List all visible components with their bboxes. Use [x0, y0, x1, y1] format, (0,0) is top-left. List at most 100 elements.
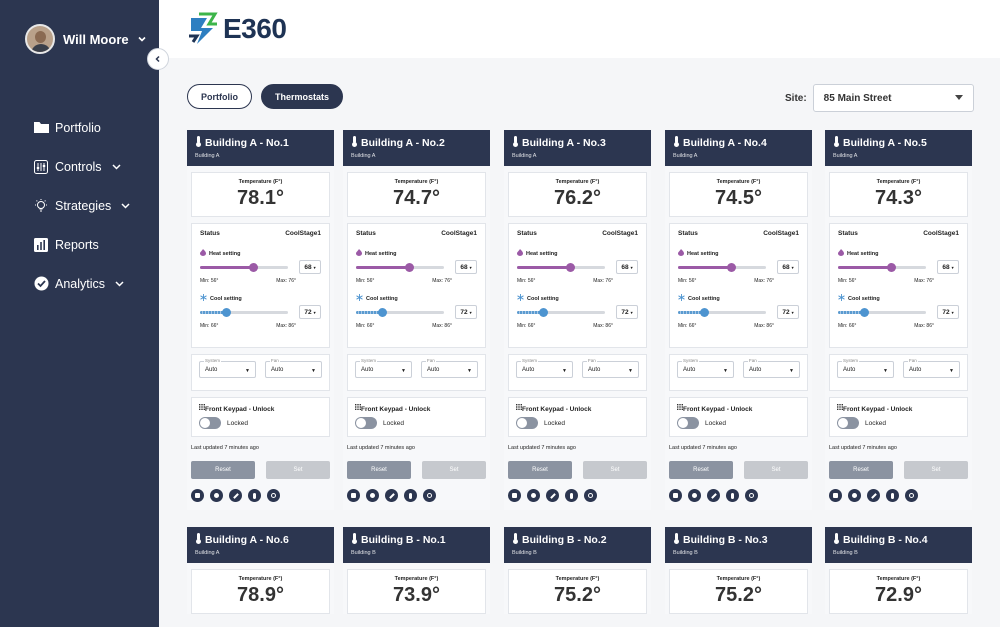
site-dropdown[interactable]: 85 Main Street: [812, 84, 974, 112]
lock-icon[interactable]: [886, 489, 899, 502]
heat-slider-thumb[interactable]: [248, 262, 258, 272]
system-select[interactable]: System Auto ▼: [199, 358, 256, 378]
system-select[interactable]: System Auto ▼: [355, 358, 412, 378]
calendar-icon[interactable]: [829, 489, 842, 502]
lock-icon[interactable]: [726, 489, 739, 502]
edit-icon[interactable]: [546, 489, 559, 502]
calendar-icon[interactable]: [508, 489, 521, 502]
reset-button[interactable]: Reset: [829, 461, 893, 479]
keypad-lock-toggle[interactable]: [677, 417, 699, 429]
reset-button[interactable]: Reset: [191, 461, 255, 479]
system-select[interactable]: System Auto ▼: [837, 358, 894, 378]
heat-setpoint-input[interactable]: 68 ▾: [937, 260, 959, 274]
cool-slider-thumb[interactable]: [860, 307, 870, 317]
fan-select[interactable]: Fan Auto ▼: [421, 358, 478, 378]
card-header[interactable]: Building B - No.1 Building B: [343, 527, 490, 563]
sidebar-item-portfolio[interactable]: Portfolio: [33, 108, 130, 147]
heat-slider[interactable]: [200, 262, 288, 272]
calendar-icon[interactable]: [347, 489, 360, 502]
sidebar-item-strategies[interactable]: Strategies: [33, 186, 130, 225]
edit-icon[interactable]: [385, 489, 398, 502]
card-header[interactable]: Building B - No.3 Building B: [665, 527, 812, 563]
sidebar-item-reports[interactable]: Reports: [33, 225, 130, 264]
edit-icon[interactable]: [867, 489, 880, 502]
history-icon[interactable]: [267, 489, 280, 502]
keypad-lock-toggle[interactable]: [199, 417, 221, 429]
edit-icon[interactable]: [707, 489, 720, 502]
heat-slider[interactable]: [838, 262, 926, 272]
cool-setpoint-input[interactable]: 72 ▾: [616, 305, 638, 319]
fan-select[interactable]: Fan Auto ▼: [743, 358, 800, 378]
cool-slider-thumb[interactable]: [222, 307, 232, 317]
system-select[interactable]: System Auto ▼: [516, 358, 573, 378]
fan-select[interactable]: Fan Auto ▼: [582, 358, 639, 378]
heat-slider-thumb[interactable]: [404, 262, 414, 272]
sidebar-item-controls[interactable]: Controls: [33, 147, 130, 186]
card-header[interactable]: Building A - No.5 Building A: [825, 130, 972, 166]
fan-select[interactable]: Fan Auto ▼: [265, 358, 322, 378]
heat-setpoint-input[interactable]: 68 ▾: [299, 260, 321, 274]
tab-thermostats[interactable]: Thermostats: [261, 84, 344, 109]
lock-icon[interactable]: [565, 489, 578, 502]
keypad-lock-toggle[interactable]: [355, 417, 377, 429]
heat-setpoint-input[interactable]: 68 ▾: [455, 260, 477, 274]
set-button[interactable]: Set: [744, 461, 808, 479]
gear-icon[interactable]: [688, 489, 701, 502]
set-button[interactable]: Set: [422, 461, 486, 479]
heat-slider[interactable]: [356, 262, 444, 272]
reset-button[interactable]: Reset: [347, 461, 411, 479]
card-header[interactable]: Building A - No.4 Building A: [665, 130, 812, 166]
set-button[interactable]: Set: [904, 461, 968, 479]
user-menu[interactable]: Will Moore: [25, 24, 147, 54]
heat-slider[interactable]: [678, 262, 766, 272]
card-header[interactable]: Building A - No.6 Building A: [187, 527, 334, 563]
collapse-sidebar-button[interactable]: [147, 48, 169, 70]
heat-slider-thumb[interactable]: [726, 262, 736, 272]
gear-icon[interactable]: [210, 489, 223, 502]
heat-slider[interactable]: [517, 262, 605, 272]
sidebar-item-analytics[interactable]: Analytics: [33, 264, 130, 303]
keypad-lock-toggle[interactable]: [516, 417, 538, 429]
history-icon[interactable]: [423, 489, 436, 502]
gear-icon[interactable]: [848, 489, 861, 502]
heat-setpoint-input[interactable]: 68 ▾: [777, 260, 799, 274]
reset-button[interactable]: Reset: [508, 461, 572, 479]
history-icon[interactable]: [905, 489, 918, 502]
lock-icon[interactable]: [404, 489, 417, 502]
card-header[interactable]: Building A - No.1 Building A: [187, 130, 334, 166]
system-select[interactable]: System Auto ▼: [677, 358, 734, 378]
cool-setpoint-input[interactable]: 72 ▾: [299, 305, 321, 319]
cool-slider[interactable]: [517, 307, 605, 317]
card-header[interactable]: Building A - No.2 Building A: [343, 130, 490, 166]
cool-slider[interactable]: [838, 307, 926, 317]
gear-icon[interactable]: [366, 489, 379, 502]
heat-slider-thumb[interactable]: [565, 262, 575, 272]
gear-icon[interactable]: [527, 489, 540, 502]
cool-slider-thumb[interactable]: [539, 307, 549, 317]
lock-icon[interactable]: [248, 489, 261, 502]
tab-portfolio[interactable]: Portfolio: [187, 84, 252, 109]
set-button[interactable]: Set: [266, 461, 330, 479]
cool-slider-thumb[interactable]: [700, 307, 710, 317]
cool-slider[interactable]: [678, 307, 766, 317]
history-icon[interactable]: [584, 489, 597, 502]
cool-setpoint-input[interactable]: 72 ▾: [937, 305, 959, 319]
cool-slider[interactable]: [356, 307, 444, 317]
fan-select[interactable]: Fan Auto ▼: [903, 358, 960, 378]
calendar-icon[interactable]: [669, 489, 682, 502]
card-header[interactable]: Building B - No.2 Building B: [504, 527, 651, 563]
keypad-lock-toggle[interactable]: [837, 417, 859, 429]
cool-slider[interactable]: [200, 307, 288, 317]
card-header[interactable]: Building A - No.3 Building A: [504, 130, 651, 166]
cool-slider-thumb[interactable]: [378, 307, 388, 317]
cool-setpoint-input[interactable]: 72 ▾: [455, 305, 477, 319]
set-button[interactable]: Set: [583, 461, 647, 479]
card-header[interactable]: Building B - No.4 Building B: [825, 527, 972, 563]
heat-setpoint-input[interactable]: 68 ▾: [616, 260, 638, 274]
history-icon[interactable]: [745, 489, 758, 502]
heat-slider-thumb[interactable]: [886, 262, 896, 272]
cool-setpoint-input[interactable]: 72 ▾: [777, 305, 799, 319]
calendar-icon[interactable]: [191, 489, 204, 502]
reset-button[interactable]: Reset: [669, 461, 733, 479]
edit-icon[interactable]: [229, 489, 242, 502]
